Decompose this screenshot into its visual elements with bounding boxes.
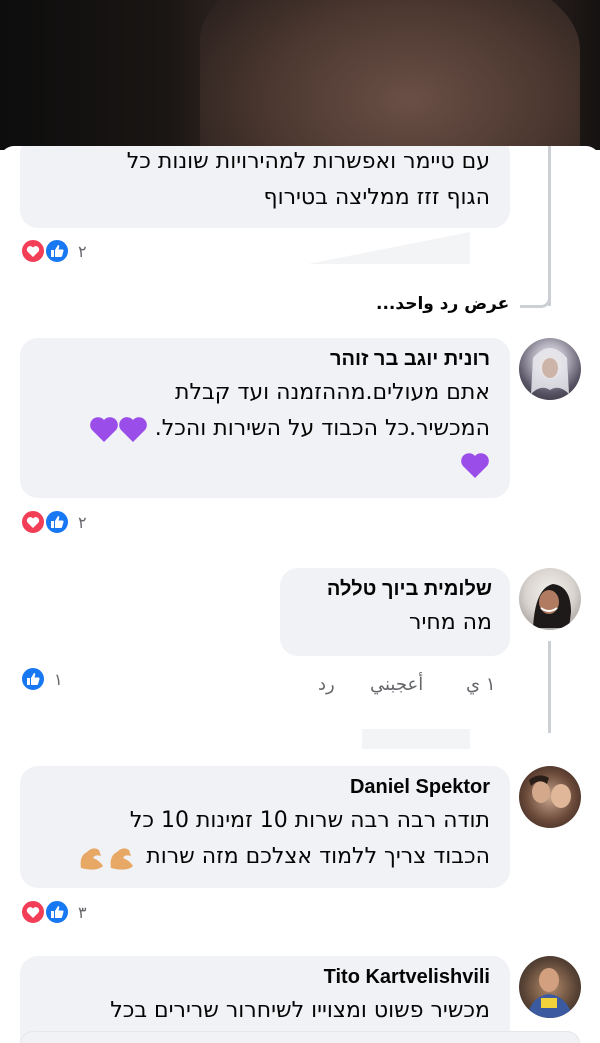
reactions-summary-3[interactable]: ١ [20, 666, 63, 692]
comment-text-line: תודה רבה רבה שרות 10 זמינות 10 כל [129, 808, 490, 833]
comment-author[interactable]: Daniel Spektor [40, 776, 490, 799]
comment-author[interactable]: שלומית ביוך טללה [298, 578, 492, 601]
thread-line [548, 146, 551, 306]
like-reaction-icon [44, 238, 70, 264]
comment-bubble-1[interactable]: עם טיימר ואפשרות למהירויות שונות כל הגוף… [20, 146, 510, 228]
faded-area [308, 232, 470, 264]
comments-sheet: עם טיימר ואפשרות למהירויות שונות כל הגוף… [0, 146, 600, 1043]
reaction-count: ٣ [78, 902, 87, 922]
comment-bubble-2[interactable]: רונית יוגב בר זוהר אתם מעולים.מההזמנה וע… [20, 338, 510, 498]
comment-text-span: הכבוד צריך ללמוד אצלכם מזה שרות [146, 844, 490, 869]
like-reaction-icon [20, 666, 46, 692]
thread-line-corner [520, 286, 551, 308]
avatar[interactable] [519, 956, 581, 1018]
heart-reaction-icon [20, 238, 46, 264]
faded-area [362, 729, 470, 749]
like-action[interactable]: أعجبني [370, 674, 423, 695]
comment-text-line: הכבוד צריך ללמוד אצלכם מזה שרות [40, 839, 490, 875]
reaction-count: ٢ [78, 512, 87, 532]
thread-line [548, 641, 551, 733]
reactions-summary-2[interactable]: ٢ [20, 509, 87, 535]
comment-text-line: עם טיימר ואפשרות למהירויות שונות כל [126, 149, 490, 174]
flexed-biceps-emoji [80, 848, 134, 870]
comment-author[interactable]: Tito Kartvelishvili [40, 966, 490, 989]
comment-text: מה מחיר [409, 610, 492, 635]
heart-reaction-icon [20, 899, 46, 925]
video-subject [200, 0, 580, 150]
avatar[interactable] [519, 766, 581, 828]
comment-text-span: המכשיר.כל הכבוד על השירות והכל. [154, 416, 490, 441]
avatar-image [527, 968, 573, 1018]
purple-heart-emoji [461, 453, 489, 478]
avatar-image [533, 584, 571, 628]
reaction-count: ٢ [78, 241, 87, 261]
comment-text: מכשיר פשוט ומצוייו לשיחרור שרירים בכל [110, 998, 490, 1023]
heart-reaction-icon [20, 509, 46, 535]
purple-heart-emoji [89, 417, 147, 442]
reactions-summary-4[interactable]: ٣ [20, 899, 87, 925]
video-background [0, 0, 600, 150]
like-reaction-icon [44, 509, 70, 535]
view-one-reply-link[interactable]: عرض رد واحد... [376, 294, 509, 314]
comment-text-line: המכשיר.כל הכבוד על השירות והכל. [40, 411, 490, 447]
reply-action[interactable]: رد [318, 674, 335, 695]
avatar-image [529, 775, 571, 808]
avatar[interactable] [519, 568, 581, 630]
reactions-summary-1[interactable]: ٢ [20, 238, 87, 264]
avatar[interactable] [519, 338, 581, 400]
comment-bubble-4[interactable]: Daniel Spektor תודה רבה רבה שרות 10 זמינ… [20, 766, 510, 888]
comment-bubble-5[interactable]: Tito Kartvelishvili מכשיר פשוט ומצוייו ל… [20, 956, 510, 1043]
comment-bubble-3[interactable]: שלומית ביוך טללה מה מחיר [280, 568, 510, 656]
comment-composer[interactable] [20, 1031, 580, 1043]
like-reaction-icon [44, 899, 70, 925]
comment-text-line: אתם מעולים.מההזמנה ועד קבלת [175, 380, 490, 405]
comment-author[interactable]: רונית יוגב בר זוהר [40, 348, 490, 371]
comment-text-line: הגוף זזז ממליצה בטירוף [263, 185, 490, 210]
reaction-count: ١ [54, 669, 63, 689]
comment-text-line [40, 447, 490, 483]
avatar-image [531, 348, 569, 394]
comment-time: ١ ي [466, 674, 496, 695]
